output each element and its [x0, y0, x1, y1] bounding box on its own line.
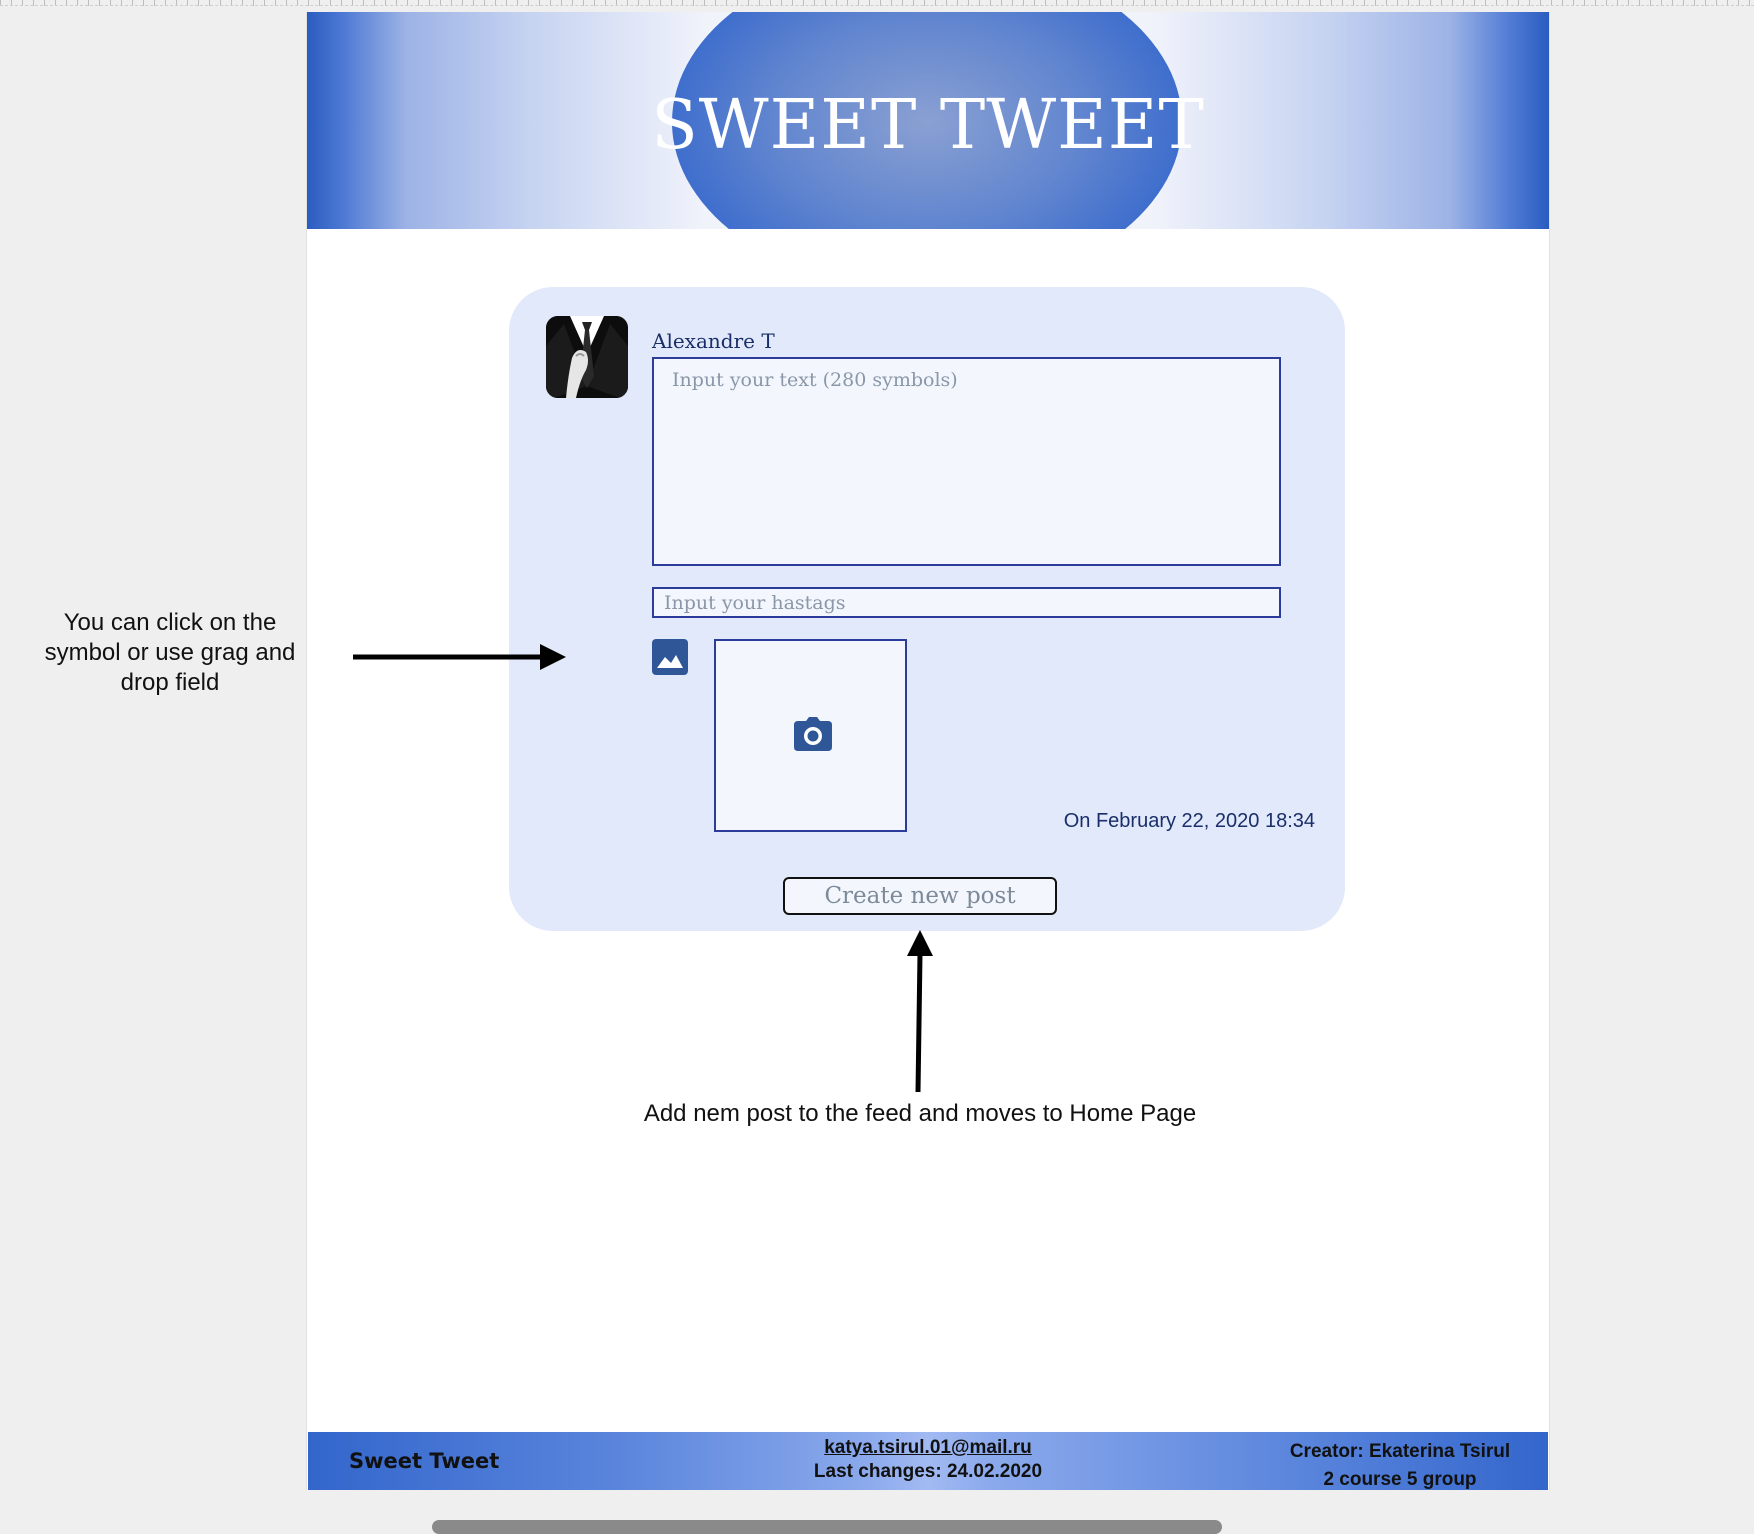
page: SWEET TWEET Alexandre T Input your text … [306, 12, 1550, 1490]
footer-contact: katya.tsirul.01@mail.ru Last changes: 24… [728, 1436, 1128, 1484]
hashtags-input[interactable] [652, 587, 1281, 618]
site-title: SWEET TWEET [651, 86, 1205, 165]
header-banner: SWEET TWEET [307, 12, 1549, 229]
annotation-arrow-up [907, 930, 933, 1093]
top-ruler [0, 0, 1754, 6]
footer-creator-name: Creator: Ekaterina Tsirul [1289, 1441, 1511, 1462]
username: Alexandre T [652, 329, 775, 353]
camera-icon [794, 717, 832, 751]
avatar-image [546, 316, 628, 398]
footer-brand: Sweet Tweet [349, 1449, 500, 1473]
footer-email-link[interactable]: katya.tsirul.01@mail.ru [824, 1437, 1032, 1458]
avatar[interactable] [546, 316, 628, 398]
image-icon[interactable] [652, 639, 688, 675]
new-post-card: Alexandre T On February 22, 2020 18:34 C… [509, 287, 1345, 931]
post-date: On February 22, 2020 18:34 [1063, 810, 1315, 832]
create-post-button[interactable]: Create new post [783, 877, 1057, 915]
annotation-left-note: You can click on the symbol or use grag … [44, 609, 296, 696]
footer-creator: Creator: Ekaterina Tsirul 2 course 5 gro… [1270, 1438, 1530, 1494]
post-text-input[interactable] [652, 357, 1281, 566]
annotation-bottom-note: Add nem post to the feed and moves to Ho… [643, 1100, 1197, 1127]
footer-group: 2 course 5 group [1323, 1469, 1477, 1490]
footer-last-changes: Last changes: 24.02.2020 [813, 1461, 1043, 1482]
footer: Sweet Tweet katya.tsirul.01@mail.ru Last… [308, 1432, 1548, 1490]
horizontal-scrollbar-thumb[interactable] [432, 1520, 1222, 1534]
annotation-arrow-right [353, 644, 566, 670]
image-drop-field[interactable] [714, 639, 907, 832]
